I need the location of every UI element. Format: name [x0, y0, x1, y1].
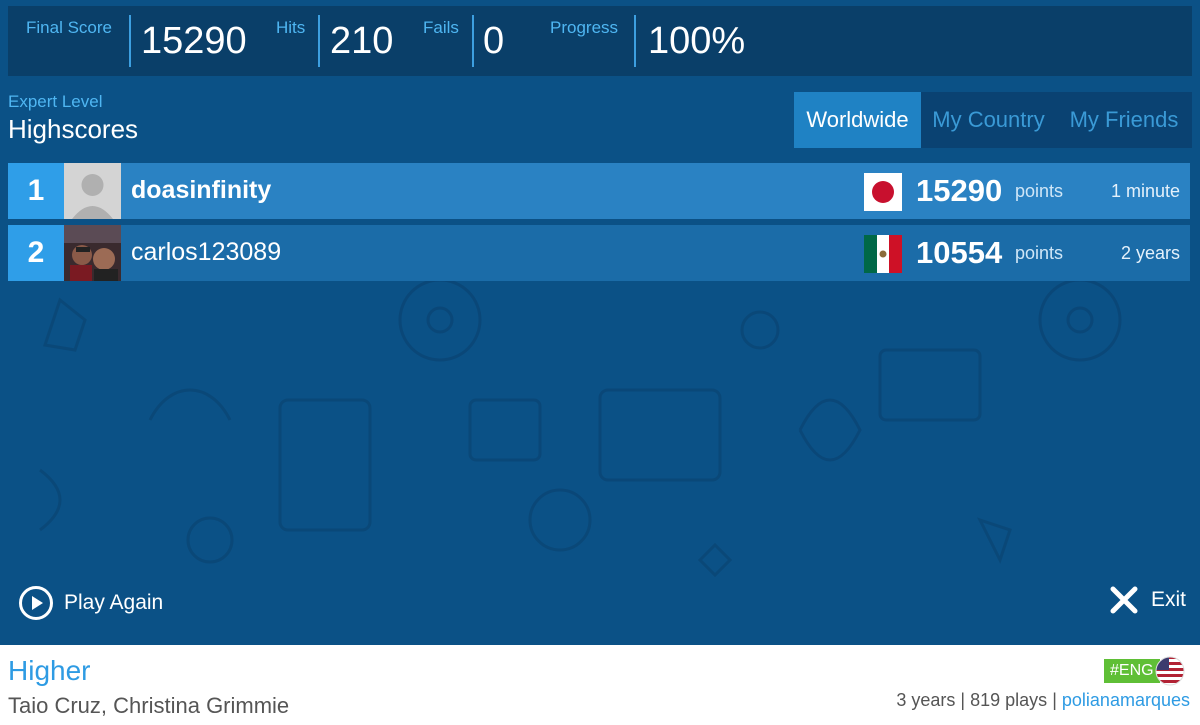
- song-meta: 3 years | 819 plays | polianamarques: [896, 690, 1190, 711]
- scope-tabs: Worldwide My Country My Friends: [794, 92, 1192, 148]
- final-score-value: 15290: [141, 20, 247, 62]
- highscore-row[interactable]: 2 carlos123089 10554 points 2 years: [8, 225, 1190, 281]
- language-tag[interactable]: #ENG: [1104, 659, 1160, 683]
- separator: |: [960, 690, 966, 710]
- rank-number: 2: [8, 225, 64, 281]
- play-again-button[interactable]: Play Again: [18, 585, 163, 621]
- highscore-row[interactable]: 1 doasinfinity 15290 points 1 minute: [8, 163, 1190, 219]
- mexico-flag-icon: [864, 235, 902, 273]
- hits-value: 210: [330, 20, 394, 62]
- default-avatar-icon: [64, 163, 121, 219]
- exit-button[interactable]: Exit: [1109, 585, 1186, 615]
- divider: [472, 15, 474, 67]
- username[interactable]: doasinfinity: [131, 176, 271, 205]
- play-again-label: Play Again: [64, 591, 164, 614]
- username[interactable]: carlos123089: [131, 238, 281, 267]
- song-artist[interactable]: Taio Cruz, Christina Grimmie: [8, 693, 289, 719]
- separator: |: [1052, 690, 1057, 710]
- japan-flag-icon: [864, 173, 902, 211]
- us-flag-icon: [1155, 656, 1185, 686]
- fails-value: 0: [483, 20, 505, 62]
- song-title[interactable]: Higher: [8, 655, 90, 687]
- score-points: 15290: [916, 173, 1003, 208]
- divider: [129, 15, 131, 67]
- points-label: points: [1015, 181, 1064, 201]
- score-time: 1 minute: [1110, 181, 1180, 201]
- song-age: 3 years: [896, 690, 956, 710]
- hits-label: Hits: [276, 18, 306, 37]
- divider: [318, 15, 320, 67]
- song-info-footer: Higher Taio Cruz, Christina Grimmie #ENG…: [0, 645, 1200, 725]
- final-score-label: Final Score: [26, 18, 112, 37]
- page-title: Highscores: [8, 114, 139, 144]
- points-label: points: [1015, 243, 1064, 263]
- score-time: 2 years: [1120, 243, 1180, 263]
- fails-label: Fails: [423, 18, 459, 37]
- close-x-icon: [1110, 586, 1138, 614]
- level-label: Expert Level: [8, 92, 103, 111]
- play-count: 819 plays: [970, 690, 1048, 710]
- user-photo-icon: [64, 225, 121, 281]
- divider: [634, 15, 636, 67]
- tab-my-friends[interactable]: My Friends: [1056, 92, 1192, 148]
- progress-label: Progress: [550, 18, 619, 37]
- game-screen: Final Score 15290 Hits 210 Fails 0 Progr…: [0, 0, 1200, 645]
- progress-value: 100%: [648, 20, 746, 62]
- tab-worldwide[interactable]: Worldwide: [794, 92, 921, 148]
- tab-my-country[interactable]: My Country: [921, 92, 1056, 148]
- rank-number: 1: [8, 163, 64, 219]
- stats-bar: Final Score 15290 Hits 210 Fails 0 Progr…: [8, 6, 1192, 76]
- score-points: 10554: [916, 235, 1003, 270]
- uploader-link[interactable]: polianamarques: [1062, 690, 1190, 710]
- avatar[interactable]: [64, 225, 121, 281]
- avatar[interactable]: [64, 163, 121, 219]
- play-circle-icon: [19, 586, 53, 620]
- exit-label: Exit: [1150, 588, 1186, 611]
